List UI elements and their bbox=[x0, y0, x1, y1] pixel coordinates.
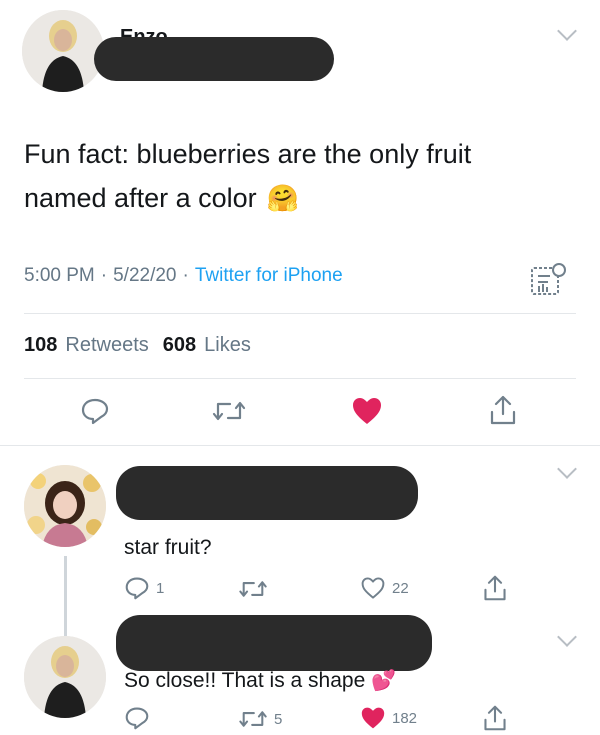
hugging-face-emoji: 🤗 bbox=[266, 183, 299, 213]
tweet-date: 5/22/20 bbox=[113, 265, 177, 286]
retweet-button[interactable] bbox=[212, 398, 246, 424]
like-button[interactable] bbox=[351, 396, 383, 426]
reply-icon bbox=[125, 577, 149, 600]
heart-filled-icon bbox=[353, 398, 381, 424]
tweet-source-link[interactable]: Twitter for iPhone bbox=[195, 265, 343, 287]
two-hearts-emoji: 💕 bbox=[371, 670, 397, 692]
meta-separator: · bbox=[100, 265, 108, 286]
thread-line bbox=[64, 556, 67, 642]
tweet-stats: 108 Retweets 608 Likes bbox=[24, 334, 251, 357]
retweets-label[interactable]: Retweets bbox=[65, 334, 148, 357]
heart-outline-icon bbox=[361, 577, 385, 599]
reply-2-like-count: 182 bbox=[392, 709, 418, 727]
tweet-text-line-2-row: named after a color 🤗 bbox=[24, 176, 584, 220]
reply-2-avatar[interactable] bbox=[24, 636, 106, 718]
author-avatar[interactable] bbox=[22, 10, 104, 92]
reply-2-text-row: So close!! That is a shape 💕 bbox=[124, 668, 396, 693]
reply-icon bbox=[81, 398, 109, 425]
share-icon bbox=[484, 575, 506, 601]
likes-count[interactable]: 608 bbox=[163, 334, 196, 357]
reply-1-like-count: 22 bbox=[392, 579, 409, 597]
reply-2-retweet-count: 5 bbox=[274, 710, 283, 728]
reply-2-reply-button[interactable] bbox=[124, 706, 156, 730]
reply-1-retweet-button[interactable] bbox=[238, 578, 274, 600]
reply-2-retweet-button[interactable]: 5 bbox=[238, 708, 282, 730]
divider bbox=[0, 445, 600, 446]
redacted-reply-2-author bbox=[116, 615, 432, 671]
heart-filled-icon bbox=[361, 707, 385, 729]
reply-2-text: So close!! That is a shape bbox=[124, 668, 366, 692]
tweet-text-line-2: named after a color bbox=[24, 183, 257, 213]
reply-1-reply-button[interactable]: 1 bbox=[124, 576, 164, 600]
tweet-text-line-1: Fun fact: blueberries are the only fruit bbox=[24, 139, 472, 169]
divider bbox=[24, 313, 576, 314]
chevron-down-icon[interactable] bbox=[557, 21, 577, 41]
retweet-icon bbox=[239, 581, 267, 597]
reply-1-reply-count: 1 bbox=[156, 579, 165, 597]
tweet-time: 5:00 PM bbox=[24, 265, 95, 286]
analytics-icon[interactable] bbox=[530, 262, 568, 303]
reply-2-share-button[interactable] bbox=[482, 704, 508, 732]
retweet-icon bbox=[212, 401, 246, 421]
retweets-count[interactable]: 108 bbox=[24, 334, 57, 357]
chevron-down-icon[interactable] bbox=[557, 459, 577, 479]
reply-button[interactable] bbox=[80, 397, 110, 425]
retweet-icon bbox=[239, 711, 267, 727]
likes-label[interactable]: Likes bbox=[204, 334, 251, 357]
reply-1-avatar[interactable] bbox=[24, 465, 106, 547]
reply-1-share-button[interactable] bbox=[482, 574, 508, 602]
author-avatar-image bbox=[22, 10, 104, 92]
reply-icon bbox=[125, 707, 149, 730]
share-button[interactable] bbox=[488, 394, 518, 426]
reply-1-like-button[interactable]: 22 bbox=[360, 576, 409, 600]
reply-1-text: star fruit? bbox=[124, 536, 212, 559]
meta-separator: · bbox=[182, 265, 189, 286]
reply-2-like-button[interactable]: 182 bbox=[360, 706, 417, 730]
share-icon bbox=[490, 395, 516, 425]
reply-2-avatar-image bbox=[24, 636, 106, 718]
reply-1-avatar-image bbox=[24, 465, 106, 547]
redacted-reply-1-author bbox=[116, 466, 418, 520]
tweet-meta: 5:00 PM · 5/22/20 · Twitter for iPhone bbox=[24, 265, 343, 287]
tweet-text: Fun fact: blueberries are the only fruit… bbox=[24, 132, 584, 220]
chevron-down-icon[interactable] bbox=[557, 627, 577, 647]
share-icon bbox=[484, 705, 506, 731]
divider bbox=[24, 378, 576, 379]
redacted-author-name bbox=[94, 37, 334, 81]
